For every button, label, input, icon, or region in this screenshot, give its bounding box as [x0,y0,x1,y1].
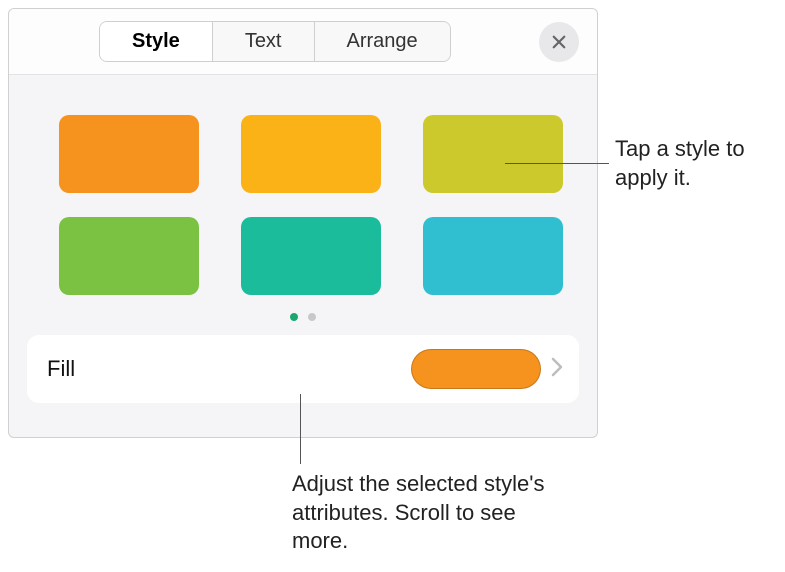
style-swatch[interactable] [241,115,381,193]
style-swatch[interactable] [423,115,563,193]
chevron-right-icon [551,357,563,382]
callout-line [505,163,609,164]
fill-row[interactable]: Fill [27,335,579,403]
close-icon [550,33,568,51]
fill-label: Fill [47,356,75,382]
tab-arrange[interactable]: Arrange [315,22,450,61]
style-swatch[interactable] [59,217,199,295]
tab-style[interactable]: Style [100,22,213,61]
tabs: Style Text Arrange [99,21,451,62]
style-swatch[interactable] [423,217,563,295]
close-button[interactable] [539,22,579,62]
panel-header: Style Text Arrange [9,9,597,75]
style-swatch[interactable] [241,217,381,295]
style-swatch[interactable] [59,115,199,193]
page-dot[interactable] [308,313,316,321]
fill-swatch [411,349,541,389]
callout-line [300,394,301,464]
tab-text[interactable]: Text [213,22,315,61]
style-grid [9,75,597,305]
format-panel: Style Text Arrange Fill [8,8,598,438]
page-dots [9,313,597,321]
callout-adjust-attributes: Adjust the selected style's attributes. … [292,470,552,556]
callout-apply-style: Tap a style to apply it. [615,135,775,192]
page-dot-active[interactable] [290,313,298,321]
